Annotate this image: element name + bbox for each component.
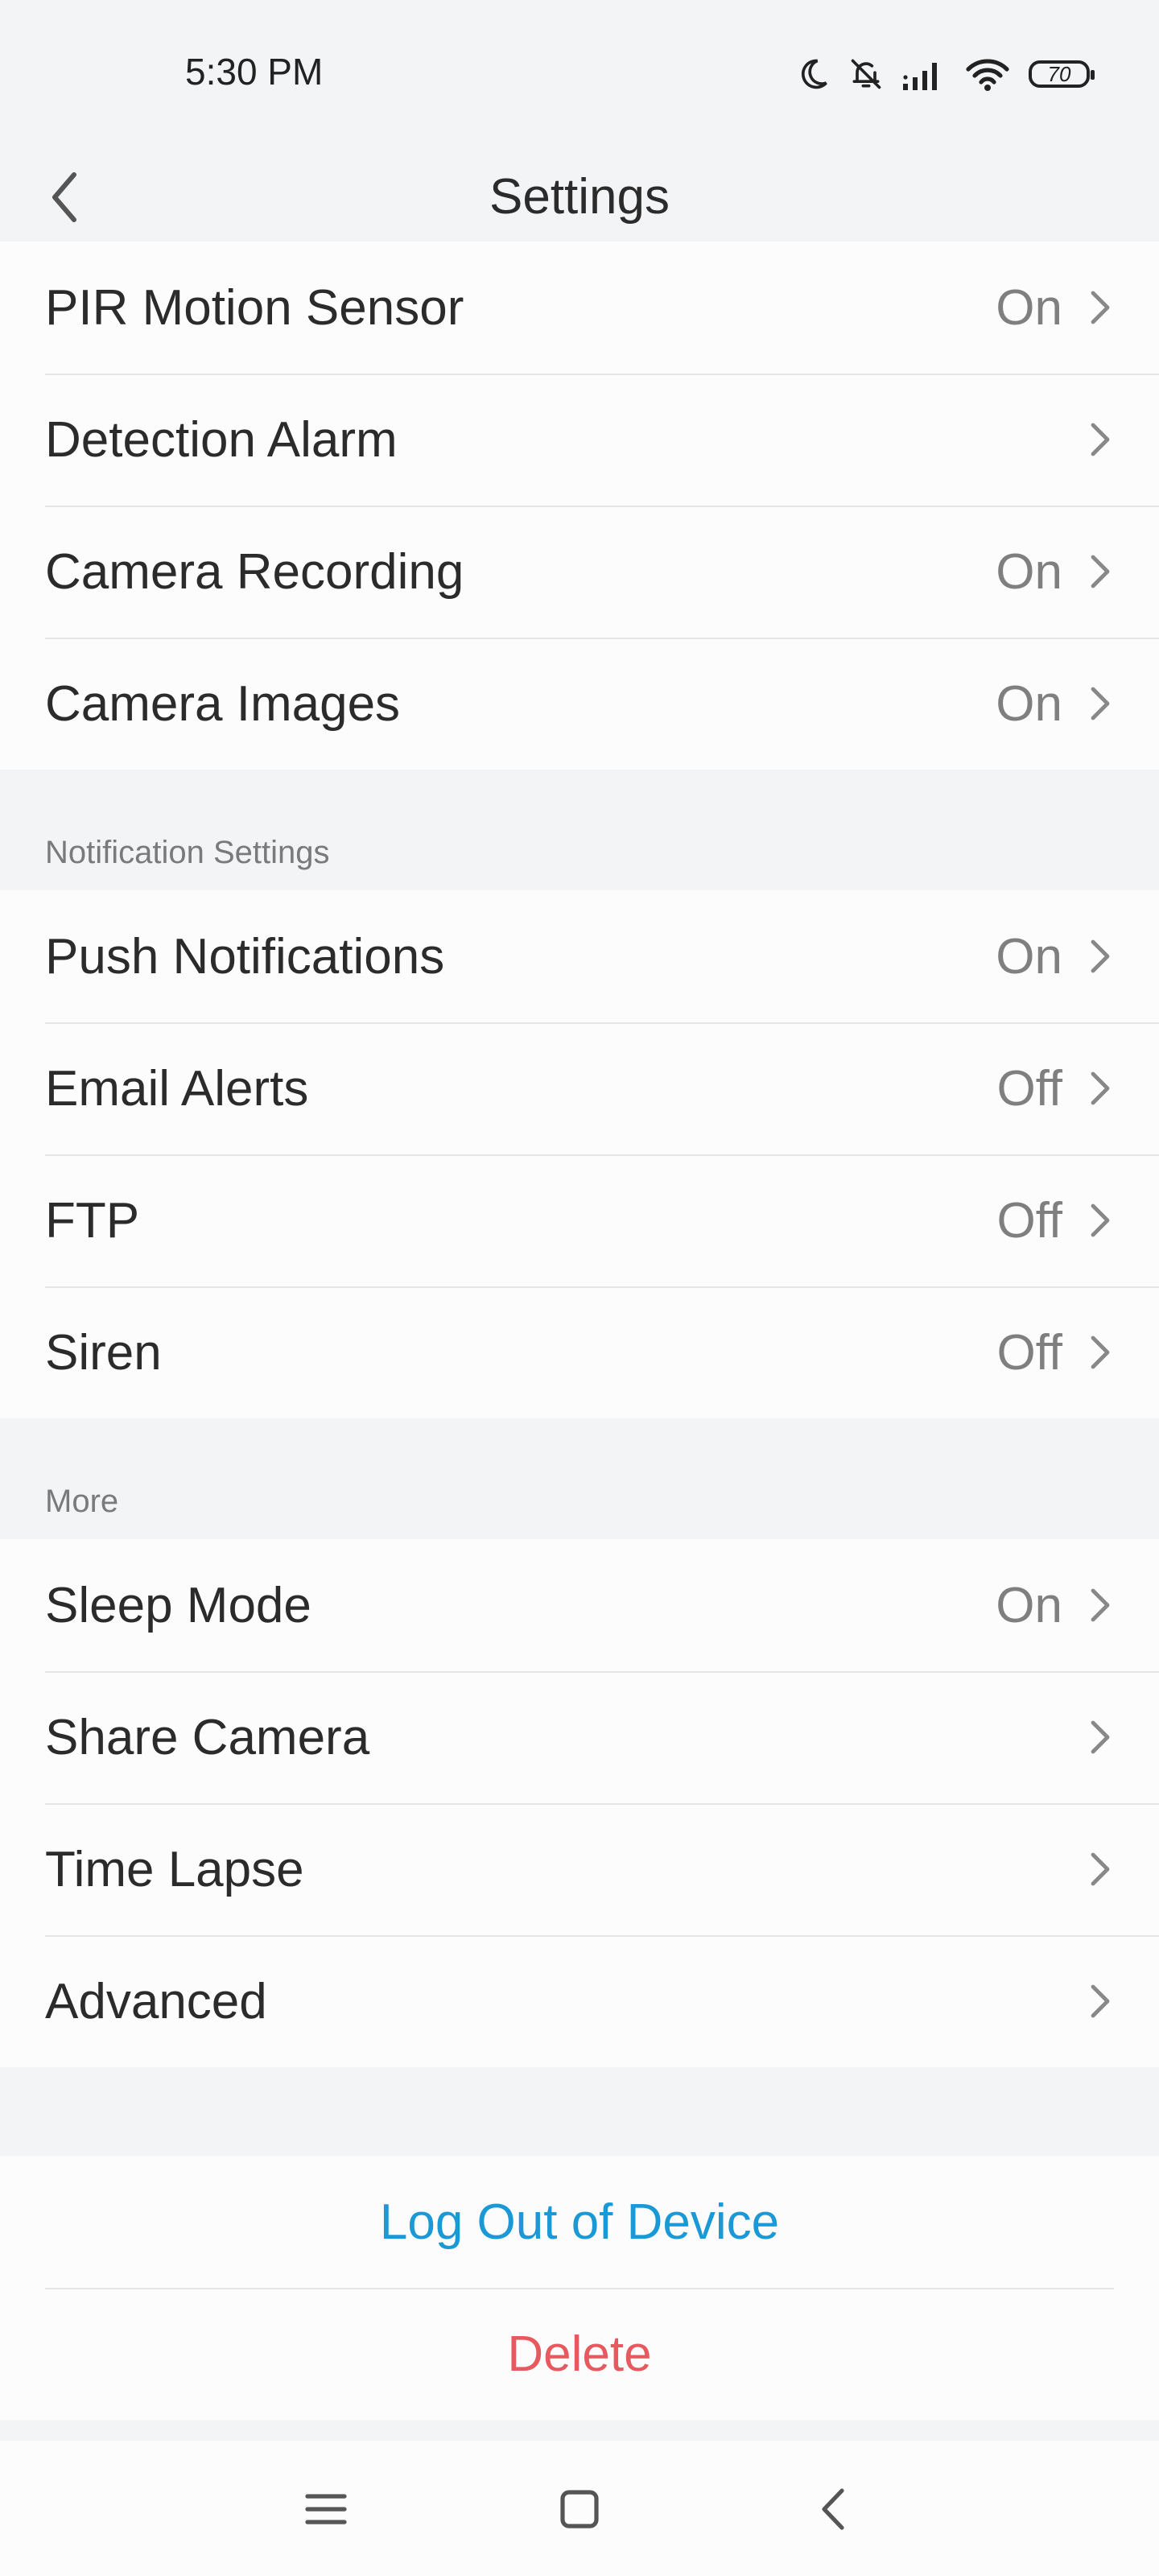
moon-icon [801,59,827,89]
row-label: Camera Images [45,675,401,732]
email-alerts-row[interactable]: Email Alerts Off [0,1022,1159,1154]
row-value: On [996,928,1062,985]
more-settings-group: Sleep Mode On Share Camera Time Lapse Ad… [0,1539,1159,2067]
row-label: Detection Alarm [45,411,398,468]
settings-content: PIR Motion Sensor On Detection Alarm Cam… [0,242,1159,2420]
section-header-more: More [0,1418,1159,1539]
battery-level: 70 [1047,61,1071,86]
chevron-right-icon [1090,554,1111,589]
sleep-mode-row[interactable]: Sleep Mode On [0,1539,1159,1671]
page-title: Settings [489,169,670,225]
section-title: More [45,1484,119,1519]
camera-recording-row[interactable]: Camera Recording On [0,506,1159,638]
row-value: On [996,543,1062,600]
push-notifications-row[interactable]: Push Notifications On [0,890,1159,1022]
row-label: Email Alerts [45,1060,309,1117]
row-label: Siren [45,1324,162,1381]
row-value: On [996,279,1062,336]
chevron-right-icon [1090,1071,1111,1106]
signal-icon [903,63,937,90]
chevron-right-icon [1090,1984,1111,2019]
detection-alarm-row[interactable]: Detection Alarm [0,374,1159,506]
time-lapse-row[interactable]: Time Lapse [0,1803,1159,1935]
header: Settings [0,153,1159,242]
device-actions-group: Log Out of Device Delete [0,2156,1159,2420]
section-title: Notification Settings [45,835,330,870]
row-label: FTP [45,1192,140,1249]
row-label: Time Lapse [45,1841,304,1897]
chevron-right-icon [1090,939,1111,974]
notification-settings-group: Push Notifications On Email Alerts Off F… [0,890,1159,1418]
chevron-right-icon [1090,290,1111,325]
chevron-right-icon [1090,1719,1111,1755]
log-out-button[interactable]: Log Out of Device [0,2156,1159,2288]
row-label: PIR Motion Sensor [45,279,464,336]
chevron-right-icon [1090,686,1111,721]
status-icons: 70 [795,56,1095,92]
chevron-right-icon [1090,1203,1111,1238]
bell-off-icon [851,59,881,89]
row-label: Push Notifications [45,928,445,985]
system-nav-bar [0,2441,1159,2576]
row-label: Camera Recording [45,543,464,600]
pir-motion-sensor-row[interactable]: PIR Motion Sensor On [0,242,1159,374]
camera-images-row[interactable]: Camera Images On [0,638,1159,770]
back-icon[interactable] [805,2481,861,2537]
menu-icon[interactable] [298,2481,354,2537]
chevron-right-icon [1090,1587,1111,1623]
advanced-row[interactable]: Advanced [0,1935,1159,2067]
share-camera-row[interactable]: Share Camera [0,1671,1159,1803]
siren-row[interactable]: Siren Off [0,1286,1159,1418]
chevron-right-icon [1090,1335,1111,1370]
row-value: Off [996,1324,1062,1381]
row-label: Advanced [45,1973,267,2029]
row-value: Off [996,1060,1062,1117]
delete-button[interactable]: Delete [0,2288,1159,2420]
chevron-right-icon [1090,1852,1111,1887]
battery-icon: 70 [1029,60,1095,88]
row-value: On [996,1577,1062,1633]
chevron-right-icon [1090,422,1111,457]
status-time: 5:30 PM [185,51,324,93]
row-label: Share Camera [45,1709,370,1765]
status-bar: 5:30 PM 70 [0,0,1159,153]
camera-settings-group: PIR Motion Sensor On Detection Alarm Cam… [0,242,1159,770]
section-header-notification: Notification Settings [0,770,1159,890]
row-value: On [996,675,1062,732]
ftp-row[interactable]: FTP Off [0,1154,1159,1286]
row-label: Sleep Mode [45,1577,311,1633]
home-icon[interactable] [551,2481,608,2537]
row-value: Off [996,1192,1062,1249]
wifi-icon [966,59,1009,91]
